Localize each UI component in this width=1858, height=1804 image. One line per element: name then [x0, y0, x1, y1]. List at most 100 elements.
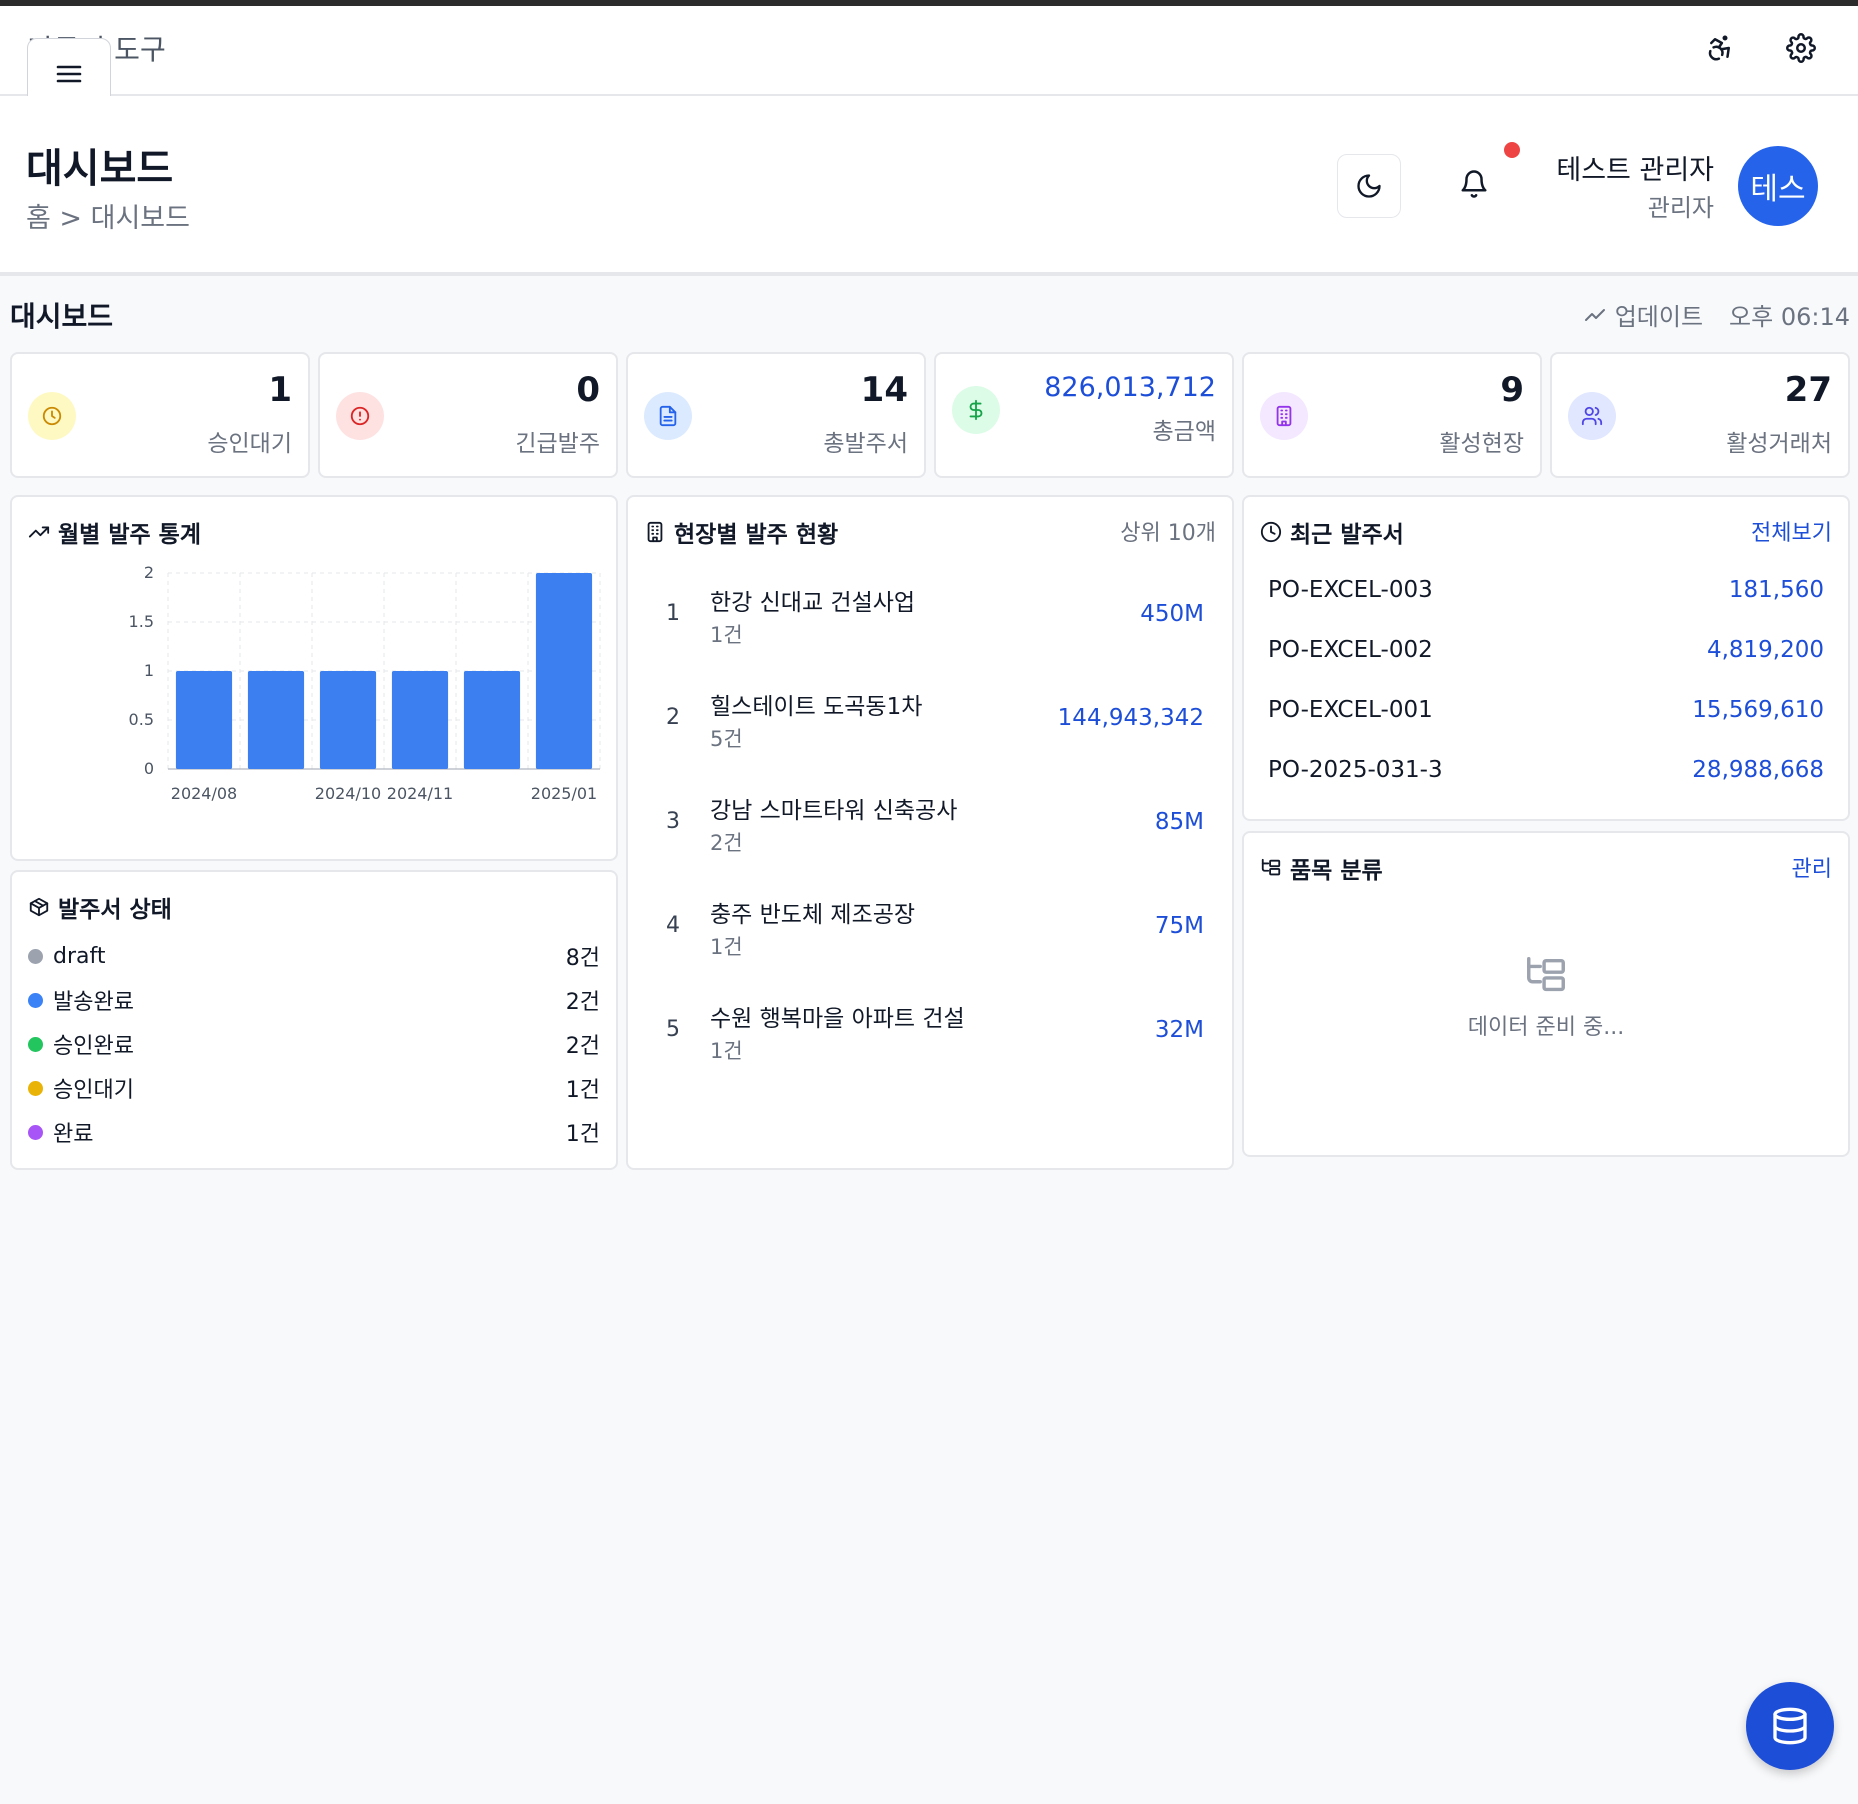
y-tick-label: 2: [144, 563, 154, 582]
status-label: 완료: [53, 1122, 94, 1147]
dollar-icon: [952, 386, 1000, 434]
x-tick-label: 2024/08: [171, 784, 237, 803]
site-count: 2건: [710, 831, 743, 855]
site-name: 충주 반도체 제조공장: [710, 902, 916, 928]
status-dot: [28, 1036, 43, 1052]
update-label: 업데이트: [1614, 303, 1704, 331]
recent-order-row[interactable]: PO-2025-031-3 28,988,668: [1268, 757, 1824, 797]
site-rank: 3: [666, 809, 680, 834]
order-amount: 15,569,610: [1692, 697, 1824, 723]
clock-icon: [28, 392, 76, 440]
order-id: PO-2025-031-3: [1268, 757, 1443, 783]
status-label: 승인대기: [53, 1078, 134, 1103]
order-amount: 4,819,200: [1706, 637, 1824, 663]
site-name: 강남 스마트타워 신축공사: [710, 798, 958, 824]
site-orders-panel: 현장별 발주 현황 상위 10개 1 한강 신대교 건설사업 1건 450M 2 …: [626, 495, 1234, 1170]
stat-card[interactable]: 826,013,712 총금액: [934, 352, 1234, 478]
site-count: 5건: [710, 727, 743, 751]
site-amount: 450M: [1140, 601, 1204, 627]
stat-card[interactable]: 27 활성거래처: [1550, 352, 1850, 478]
site-row[interactable]: 2 힐스테이트 도곡동1차 5건 144,943,342: [644, 673, 1204, 763]
bar[interactable]: [391, 671, 449, 769]
site-count: 1건: [710, 623, 743, 647]
stat-value: 0: [576, 370, 600, 410]
bar[interactable]: [463, 671, 521, 769]
status-row: 발송완료 2건: [28, 982, 600, 1018]
stat-label: 총금액: [1152, 419, 1216, 445]
breadcrumb[interactable]: 홈 > 대시보드: [26, 196, 190, 235]
user-name[interactable]: 테스트 관리자: [1556, 148, 1714, 187]
recent-order-row[interactable]: PO-EXCEL-001 15,569,610: [1268, 697, 1824, 737]
page-header: 대시보드 홈 > 대시보드 테스트 관리자 관리자 테스: [0, 96, 1858, 276]
notification-bell-icon[interactable]: [1452, 162, 1496, 206]
avatar[interactable]: 테스: [1738, 146, 1818, 226]
site-row[interactable]: 1 한강 신대교 건설사업 1건 450M: [644, 569, 1204, 659]
panel-title: 현장별 발주 현황: [644, 515, 838, 549]
page-title: 대시보드: [26, 146, 174, 192]
stat-card[interactable]: 9 활성현장: [1242, 352, 1542, 478]
trending-up-icon: [28, 526, 50, 538]
stat-card[interactable]: 1 승인대기: [10, 352, 310, 478]
empty-text: 데이터 준비 중...: [1467, 1015, 1625, 1040]
stat-value: 14: [860, 370, 908, 410]
bar[interactable]: [535, 573, 593, 769]
site-rank: 2: [666, 705, 680, 730]
stat-card[interactable]: 14 총발주서: [626, 352, 926, 478]
database-icon: [1773, 1707, 1807, 1745]
activity-icon: [1584, 308, 1605, 321]
site-row[interactable]: 5 수원 행복마을 아파트 건설 1건 32M: [644, 985, 1204, 1075]
site-count: 1건: [710, 935, 743, 959]
po-status-panel: 발주서 상태 draft 8건 발송완료 2건 승인완료 2건 승인대기 1건 …: [10, 870, 618, 1170]
order-amount: 28,988,668: [1692, 757, 1824, 783]
monthly-bar-chart: 0 0.5 1 1.5 2 2024/08 2024/10 2024/11 2025/01: [129, 563, 601, 803]
site-name: 한강 신대교 건설사업: [710, 590, 916, 616]
stat-label: 긴급발주: [515, 431, 600, 457]
database-fab-button[interactable]: [1746, 1682, 1834, 1770]
stat-label: 활성거래처: [1726, 431, 1832, 457]
update-status[interactable]: 업데이트 오후 06:14: [1583, 297, 1850, 332]
order-id: PO-EXCEL-002: [1268, 637, 1433, 663]
status-dot: [28, 948, 43, 964]
status-count: 1건: [565, 1122, 600, 1147]
user-role: 관리자: [1647, 194, 1714, 222]
folder-tree-icon: [1527, 957, 1565, 992]
site-row[interactable]: 4 충주 반도체 제조공장 1건 75M: [644, 881, 1204, 971]
status-count: 1건: [565, 1078, 600, 1103]
recent-order-row[interactable]: PO-EXCEL-003 181,560: [1268, 577, 1824, 617]
x-tick-label: 2024/11: [387, 784, 453, 803]
accessibility-icon[interactable]: [1700, 28, 1740, 68]
site-rank: 4: [666, 913, 680, 938]
bar[interactable]: [247, 671, 305, 769]
status-dot: [28, 992, 43, 1008]
view-all-link[interactable]: 전체보기: [1751, 515, 1832, 547]
alert-circle-icon: [336, 392, 384, 440]
site-amount: 32M: [1154, 1017, 1204, 1043]
panel-title: 월별 발주 통계: [28, 515, 201, 549]
bar[interactable]: [175, 671, 233, 769]
bar[interactable]: [319, 671, 377, 769]
update-time: 오후 06:14: [1729, 303, 1850, 331]
top-toolbar: 자금서 도구: [0, 6, 1858, 96]
moon-icon: [1357, 174, 1381, 198]
manage-link[interactable]: 관리: [1792, 851, 1832, 883]
clock-icon: [1260, 521, 1282, 543]
settings-gear-icon[interactable]: [1781, 28, 1821, 68]
stat-card[interactable]: 0 긴급발주: [318, 352, 618, 478]
stat-value: 1: [268, 370, 292, 410]
site-name: 힐스테이트 도곡동1차: [710, 694, 923, 720]
stat-label: 활성현장: [1439, 431, 1524, 457]
theme-toggle-button[interactable]: [1337, 154, 1401, 218]
stat-value: 27: [1784, 370, 1832, 410]
order-amount: 181,560: [1728, 577, 1824, 603]
x-tick-label: 2024/10: [315, 784, 381, 803]
stat-value: 9: [1500, 370, 1524, 410]
status-row: 승인대기 1건: [28, 1070, 600, 1106]
status-label: 발송완료: [53, 990, 134, 1015]
top-count-label: 상위 10개: [1120, 521, 1216, 546]
package-icon: [29, 897, 49, 917]
order-id: PO-EXCEL-003: [1268, 577, 1433, 603]
x-tick-label: 2025/01: [531, 784, 597, 803]
site-row[interactable]: 3 강남 스마트타워 신축공사 2건 85M: [644, 777, 1204, 867]
stat-label: 총발주서: [823, 431, 908, 457]
recent-order-row[interactable]: PO-EXCEL-002 4,819,200: [1268, 637, 1824, 677]
